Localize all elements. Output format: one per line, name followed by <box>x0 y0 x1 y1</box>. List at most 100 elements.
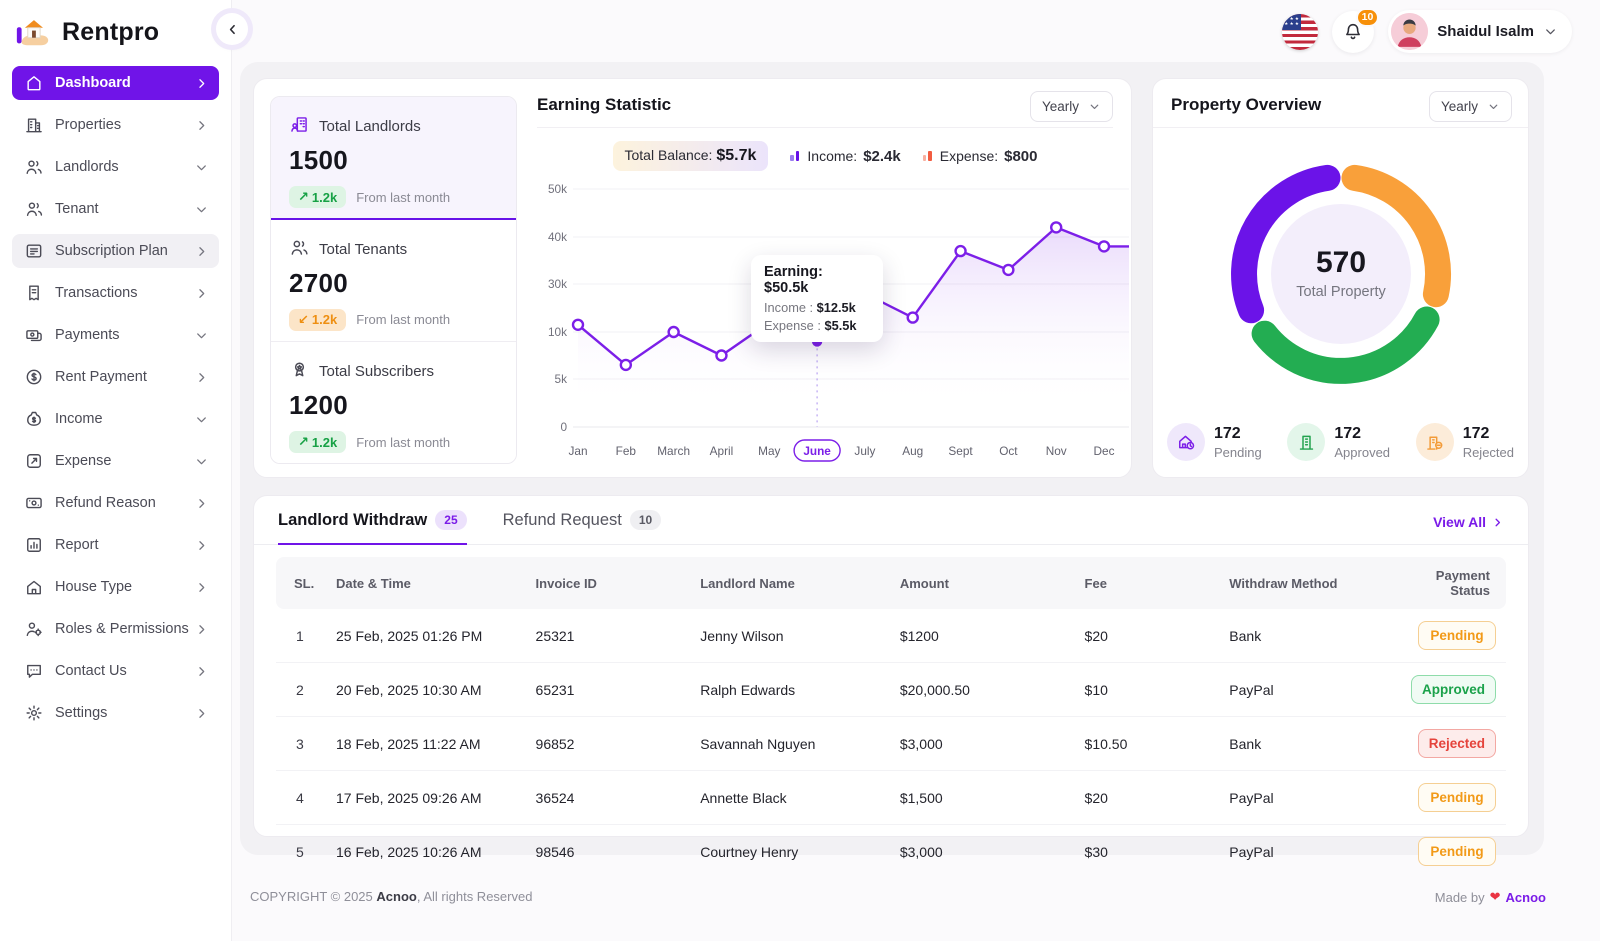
income-label: Income: <box>807 148 857 164</box>
table-row: 220 Feb, 2025 10:30 AM65231Ralph Edwards… <box>276 663 1506 717</box>
landlords-icon <box>24 157 44 177</box>
cell-fee: $20 <box>1075 771 1220 825</box>
rentpro-logo-icon <box>14 13 52 51</box>
tooltip-expense-label: Expense : <box>764 318 821 333</box>
legend-value: 172 <box>1463 425 1514 443</box>
cell-amount: $1,500 <box>890 771 1075 825</box>
language-flag-us[interactable] <box>1282 14 1318 50</box>
data-point[interactable] <box>908 313 918 323</box>
data-point[interactable] <box>1099 241 1109 251</box>
sidebar-item-roles-permissions[interactable]: Roles & Permissions <box>12 612 219 646</box>
withdraw-table-card: Landlord Withdraw 25 Refund Request 10 V… <box>253 495 1529 837</box>
month-label: Dec <box>1094 444 1115 458</box>
tab-refund-request[interactable]: Refund Request 10 <box>503 510 662 545</box>
made-by: Made by ❤ Acnoo <box>1435 889 1546 905</box>
column-header-payment-status: Payment Status <box>1394 557 1506 609</box>
sidebar-item-properties[interactable]: Properties <box>12 108 219 142</box>
sidebar-item-payments[interactable]: Payments <box>12 318 219 352</box>
tooltip-income-label: Income : <box>764 300 813 315</box>
sidebar-item-contact-us[interactable]: Contact Us <box>12 654 219 688</box>
sidebar-item-landlords[interactable]: Landlords <box>12 150 219 184</box>
stat-title: Total Tenants <box>319 241 407 258</box>
sidebar-item-report[interactable]: Report <box>12 528 219 562</box>
trend-value: 1.2k <box>312 435 337 450</box>
pending-house-icon <box>1167 423 1205 461</box>
copyright-brand: Acnoo <box>376 889 416 904</box>
made-by-brand[interactable]: Acnoo <box>1506 890 1546 905</box>
data-point[interactable] <box>621 360 631 370</box>
donut-center-label: Total Property <box>1296 284 1386 300</box>
cell-amount: $3,000 <box>890 717 1075 771</box>
month-label: Sept <box>948 444 973 458</box>
status-badge: Pending <box>1418 783 1496 812</box>
chevron-right-icon <box>1491 516 1504 529</box>
withdraw-table: SL.Date & TimeInvoice IDLandlord NameAmo… <box>276 557 1506 878</box>
legend-label: Rejected <box>1463 445 1514 460</box>
chevron-right-icon <box>194 664 209 679</box>
data-point[interactable] <box>1051 222 1061 232</box>
sidebar-item-rent-payment[interactable]: Rent Payment <box>12 360 219 394</box>
tooltip-earning-value: $50.5k <box>764 280 808 296</box>
data-point[interactable] <box>1003 265 1013 275</box>
cell-method: PayPal <box>1219 771 1394 825</box>
cell-status: Pending <box>1394 771 1506 825</box>
cell-name: Ralph Edwards <box>690 663 890 717</box>
stat-value: 1500 <box>289 145 498 176</box>
trend-value: 1.2k <box>312 190 337 205</box>
view-all-link[interactable]: View All <box>1433 514 1504 544</box>
cell-fee: $10 <box>1075 663 1220 717</box>
data-point[interactable] <box>669 327 679 337</box>
cell-invoice: 98546 <box>526 825 691 879</box>
tab-landlord-withdraw[interactable]: Landlord Withdraw 25 <box>278 510 467 545</box>
cell-amount: $1200 <box>890 609 1075 663</box>
subscribers-medal-icon <box>289 359 310 384</box>
notifications-button[interactable]: 10 <box>1332 11 1374 53</box>
property-period-select[interactable]: Yearly <box>1429 91 1512 122</box>
sidebar-item-dashboard[interactable]: Dashboard <box>12 66 219 100</box>
income-bars-icon <box>790 151 799 161</box>
sidebar-item-label: Roles & Permissions <box>55 621 194 637</box>
data-point[interactable] <box>716 351 726 361</box>
cell-date: 20 Feb, 2025 10:30 AM <box>326 663 526 717</box>
divider <box>537 127 1113 128</box>
chevron-right-icon <box>194 370 209 385</box>
sidebar-collapse-button[interactable] <box>216 13 248 45</box>
sidebar-item-refund-reason[interactable]: Refund Reason <box>12 486 219 520</box>
sidebar-item-label: Rent Payment <box>55 369 194 385</box>
total-balance-label: Total Balance: <box>625 147 713 163</box>
cell-method: Bank <box>1219 609 1394 663</box>
sidebar-item-label: Expense <box>55 453 194 469</box>
cell-date: 25 Feb, 2025 01:26 PM <box>326 609 526 663</box>
sidebar-item-subscription-plan[interactable]: Subscription Plan <box>12 234 219 268</box>
data-point[interactable] <box>956 246 966 256</box>
earning-period-select[interactable]: Yearly <box>1030 91 1113 122</box>
chevron-down-icon <box>1543 24 1558 39</box>
sidebar-item-transactions[interactable]: Transactions <box>12 276 219 310</box>
month-label[interactable]: June <box>803 444 831 458</box>
sidebar-item-income[interactable]: Income <box>12 402 219 436</box>
cell-sl: 4 <box>276 771 326 825</box>
table-tabs: Landlord Withdraw 25 Refund Request 10 V… <box>254 496 1528 545</box>
sidebar-item-tenant[interactable]: Tenant <box>12 192 219 226</box>
sidebar-item-settings[interactable]: Settings <box>12 696 219 730</box>
sidebar-menu: Dashboard Properties Landlords Tenant Subscr… <box>0 66 231 730</box>
sidebar-item-house-type[interactable]: House Type <box>12 570 219 604</box>
earning-legend: Total Balance: $5.7k Income: $2.4k Expen… <box>537 141 1113 171</box>
chevron-down-icon <box>194 454 209 469</box>
property-donut-chart: 570Total Property <box>1206 139 1476 409</box>
copyright-prefix: COPYRIGHT © 2025 <box>250 889 376 904</box>
month-label: May <box>758 444 780 458</box>
sidebar-item-label: Tenant <box>55 201 194 217</box>
month-label: Feb <box>616 444 637 458</box>
income-icon <box>24 409 44 429</box>
stat-card-total-landlords: Total Landlords1500↗1.2kFrom last month <box>271 97 516 220</box>
income-value: $2.4k <box>863 148 901 165</box>
legend-value: 172 <box>1334 425 1390 443</box>
y-tick-label: 0 <box>560 420 567 434</box>
donut-chart-svg: 570Total Property <box>1206 139 1476 409</box>
user-menu[interactable]: Shaidul Isalm <box>1388 10 1572 53</box>
data-point[interactable] <box>573 320 583 330</box>
sidebar-item-expense[interactable]: Expense <box>12 444 219 478</box>
tab-label: Landlord Withdraw <box>278 511 427 530</box>
legend-value: 172 <box>1214 425 1262 443</box>
